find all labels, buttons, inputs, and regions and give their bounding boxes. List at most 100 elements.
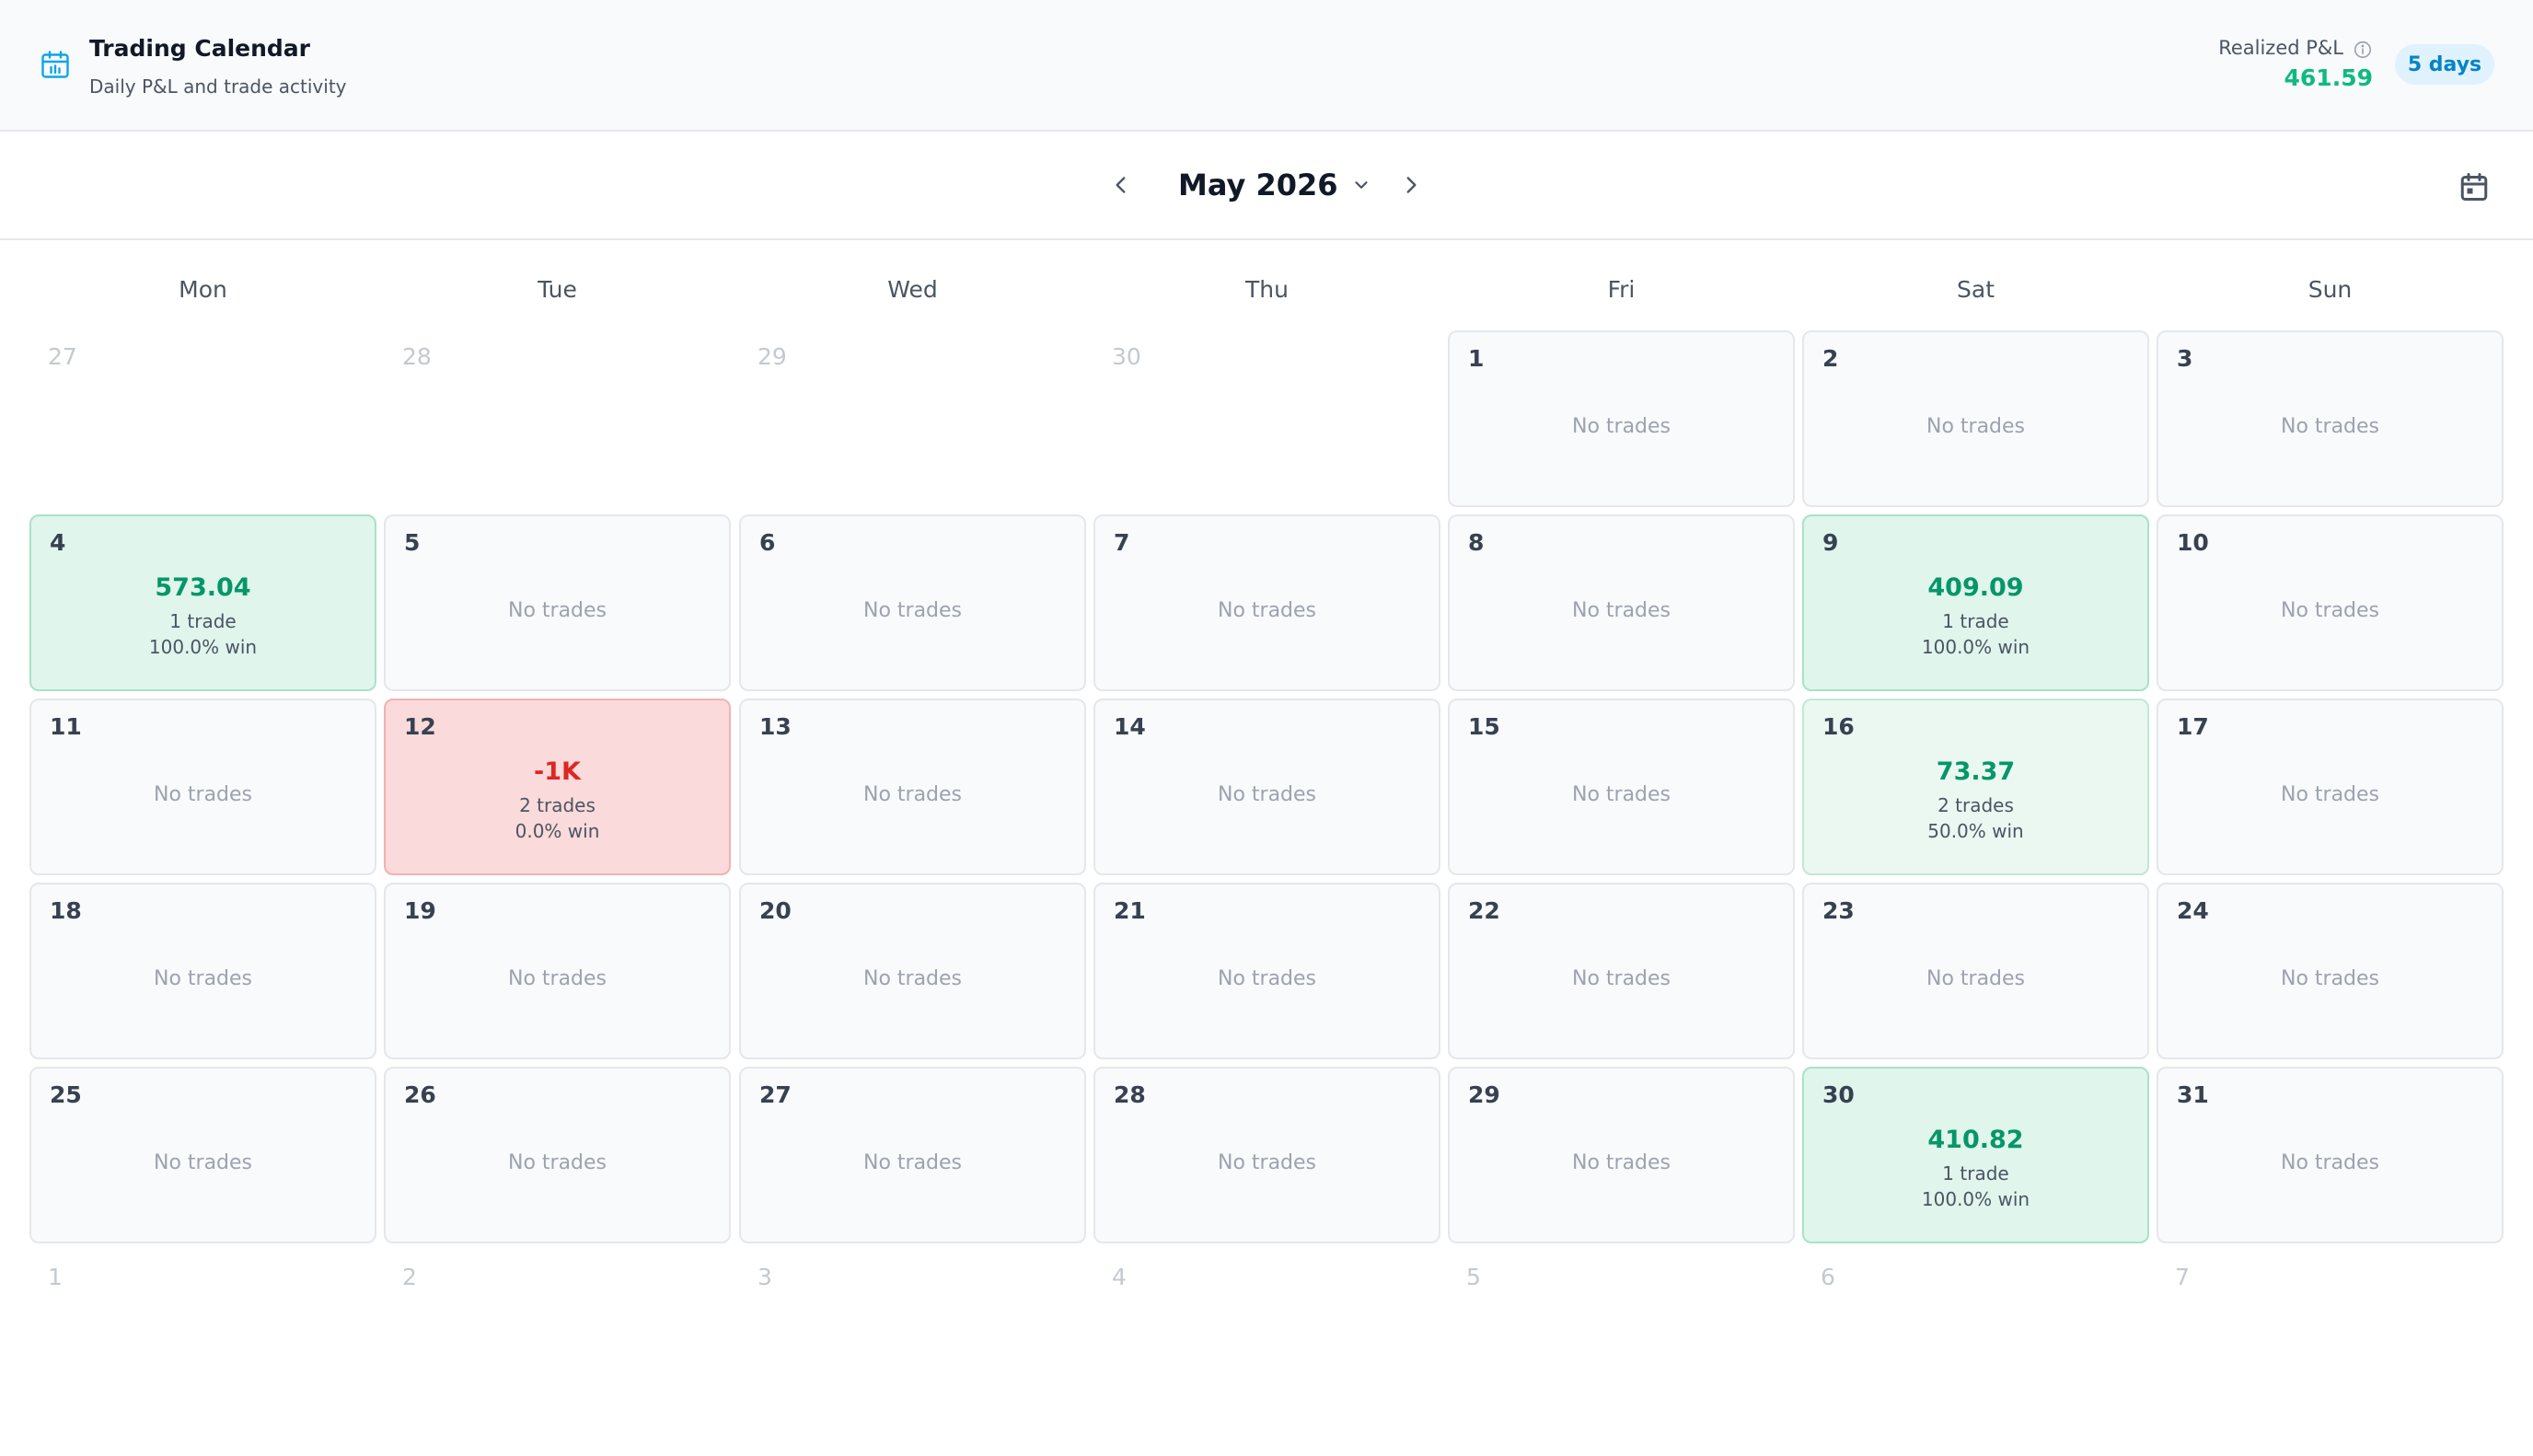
calendar-day-cell[interactable]: 31 No trades	[2157, 1067, 2504, 1243]
day-number: 15	[1468, 713, 1500, 740]
day-win-rate: 50.0% win	[1927, 820, 2024, 842]
day-trade-count: 1 trade	[1942, 1162, 2009, 1184]
calendar-day-cell[interactable]: 4 573.04 1 trade 100.0% win	[29, 514, 376, 691]
calendar-day-outside: 29	[739, 330, 1086, 507]
calendar-day-cell[interactable]: 10 No trades	[2157, 514, 2504, 691]
month-label: May 2026	[1178, 168, 1338, 202]
day-trade-count: 2 trades	[1937, 794, 2014, 816]
day-number: 28	[402, 343, 432, 370]
calendar-day-cell[interactable]: 2 No trades	[1802, 330, 2149, 507]
calendar-day-cell[interactable]: 15 No trades	[1448, 699, 1795, 875]
day-number: 25	[50, 1081, 82, 1108]
weekday-fri: Fri	[1607, 276, 1636, 303]
calendar-day-cell[interactable]: 24 No trades	[2157, 883, 2504, 1059]
calendar-day-cell[interactable]: 11 No trades	[29, 699, 376, 875]
calendar-day-cell[interactable]: 28 No trades	[1093, 1067, 1440, 1243]
day-number: 12	[404, 713, 436, 740]
calendar-day-cell[interactable]: 7 No trades	[1093, 514, 1440, 691]
calendar-day-outside: 4	[1093, 1251, 1440, 1427]
calendar-day-cell[interactable]: 19 No trades	[384, 883, 731, 1059]
day-number: 29	[758, 343, 787, 370]
day-number: 14	[1114, 713, 1146, 740]
calendar-day-outside: 1	[29, 1251, 376, 1427]
day-number: 30	[1112, 343, 1141, 370]
no-trades-label: No trades	[862, 1151, 963, 1174]
day-number: 2	[1822, 345, 1839, 372]
calendar-icon	[2460, 173, 2488, 201]
calendar-day-cell[interactable]: 25 No trades	[29, 1067, 376, 1243]
chevron-left-icon	[1116, 177, 1126, 193]
calendar-day-cell[interactable]: 17 No trades	[2157, 699, 2504, 875]
day-trade-count: 2 trades	[519, 794, 596, 816]
calendar-day-cell[interactable]: 14 No trades	[1093, 699, 1440, 875]
calendar-day-cell[interactable]: 26 No trades	[384, 1067, 731, 1243]
calendar-day-cell[interactable]: 9 409.09 1 trade 100.0% win	[1802, 514, 2149, 691]
day-pnl: 409.09	[1927, 573, 2024, 602]
info-icon[interactable]	[2353, 40, 2373, 60]
day-number: 20	[759, 897, 792, 924]
day-pnl: 410.82	[1927, 1126, 2024, 1154]
no-trades-label: No trades	[1571, 415, 1671, 438]
day-number: 19	[404, 897, 436, 924]
calendar-day-outside: 7	[2157, 1251, 2504, 1427]
calendar-day-cell[interactable]: 13 No trades	[739, 699, 1086, 875]
day-pnl: 573.04	[155, 573, 251, 602]
calendar-day-cell[interactable]: 18 No trades	[29, 883, 376, 1059]
day-number: 31	[2177, 1081, 2209, 1108]
day-number: 5	[404, 529, 421, 556]
calendar-day-cell[interactable]: 16 73.37 2 trades 50.0% win	[1802, 699, 2149, 875]
calendar-day-cell[interactable]: 30 410.82 1 trade 100.0% win	[1802, 1067, 2149, 1243]
day-pnl: 73.37	[1936, 757, 2016, 786]
calendar-day-outside: 30	[1093, 330, 1440, 507]
day-win-rate: 100.0% win	[148, 636, 258, 658]
calendar-day-cell[interactable]: 1 No trades	[1448, 330, 1795, 507]
day-number: 1	[1468, 345, 1485, 372]
calendar-day-outside: 3	[739, 1251, 1086, 1427]
calendar-day-cell[interactable]: 3 No trades	[2157, 330, 2504, 507]
prev-month-button[interactable]	[1101, 165, 1141, 205]
calendar-picker-button[interactable]	[2456, 168, 2493, 205]
day-number: 10	[2177, 529, 2209, 556]
day-number: 6	[1821, 1264, 1835, 1290]
calendar-day-cell[interactable]: 20 No trades	[739, 883, 1086, 1059]
calendar-day-cell[interactable]: 29 No trades	[1448, 1067, 1795, 1243]
no-trades-label: No trades	[1217, 599, 1317, 622]
chevron-right-icon	[1406, 177, 1417, 193]
no-trades-label: No trades	[1571, 599, 1671, 622]
no-trades-label: No trades	[2280, 967, 2380, 990]
month-picker-button[interactable]: May 2026	[1178, 163, 1371, 207]
day-number: 9	[1822, 529, 1839, 556]
calendar-icon	[41, 51, 69, 78]
weekday-sun: Sun	[2307, 276, 2353, 303]
calendar-day-cell[interactable]: 23 No trades	[1802, 883, 2149, 1059]
calendar-day-cell[interactable]: 5 No trades	[384, 514, 731, 691]
no-trades-label: No trades	[1217, 783, 1317, 806]
day-number: 29	[1468, 1081, 1500, 1108]
day-number: 28	[1114, 1081, 1146, 1108]
calendar-day-cell[interactable]: 27 No trades	[739, 1067, 1086, 1243]
app-header: Trading Calendar Daily P&L and trade act…	[0, 0, 2533, 132]
calendar-day-outside: 27	[29, 330, 376, 507]
no-trades-label: No trades	[1571, 967, 1671, 990]
calendar-day-outside: 6	[1802, 1251, 2149, 1427]
day-number: 4	[1112, 1264, 1127, 1290]
no-trades-label: No trades	[153, 1151, 253, 1174]
day-trade-count: 1 trade	[1942, 610, 2009, 632]
no-trades-label: No trades	[862, 599, 963, 622]
no-trades-label: No trades	[507, 967, 607, 990]
no-trades-label: No trades	[1217, 967, 1317, 990]
day-win-rate: 100.0% win	[1921, 636, 2030, 658]
weekday-mon: Mon	[179, 276, 227, 303]
weekday-tue: Tue	[538, 276, 577, 303]
no-trades-label: No trades	[2280, 599, 2380, 622]
no-trades-label: No trades	[153, 967, 253, 990]
no-trades-label: No trades	[862, 967, 963, 990]
day-trade-count: 1 trade	[169, 610, 237, 632]
calendar-day-cell[interactable]: 22 No trades	[1448, 883, 1795, 1059]
calendar-day-cell[interactable]: 21 No trades	[1093, 883, 1440, 1059]
next-month-button[interactable]	[1391, 165, 1431, 205]
calendar-day-cell[interactable]: 6 No trades	[739, 514, 1086, 691]
no-trades-label: No trades	[2280, 415, 2380, 438]
calendar-day-cell[interactable]: 8 No trades	[1448, 514, 1795, 691]
calendar-day-cell[interactable]: 12 -1K 2 trades 0.0% win	[384, 699, 731, 875]
